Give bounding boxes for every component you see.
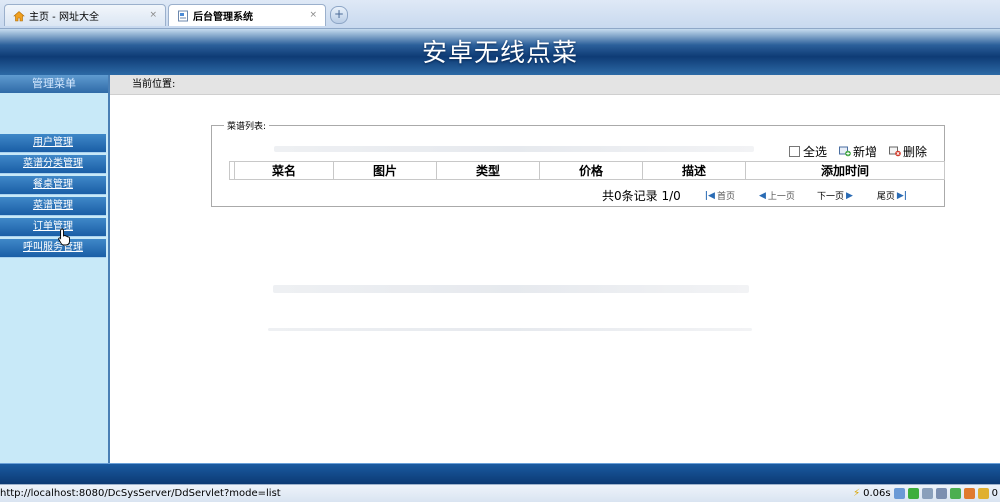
last-page-icon: ▶|: [896, 190, 908, 201]
status-tray: ⚡ 0.06s 0: [853, 485, 998, 502]
browser-tab-admin[interactable]: 后台管理系统 ×: [168, 4, 326, 26]
close-tab-icon[interactable]: ×: [149, 10, 157, 20]
status-url: http://localhost:8080/DcSysServer/DdServ…: [0, 488, 281, 499]
calculator-icon[interactable]: [935, 488, 947, 499]
load-time: 0.06s: [863, 488, 891, 499]
home-icon: [13, 10, 25, 22]
sidebar-item-service-call-management[interactable]: 呼叫服务管理: [0, 239, 106, 258]
blurred-region: [268, 328, 752, 331]
sidebar-item-table-management[interactable]: 餐桌管理: [0, 176, 106, 195]
sidebar-item-dish-management[interactable]: 菜谱管理: [0, 197, 106, 216]
browser-tab-label: 后台管理系统: [193, 12, 253, 23]
close-tab-icon[interactable]: ×: [309, 10, 317, 20]
checkbox-icon: [788, 146, 800, 157]
column-header-image: 图片: [333, 161, 437, 180]
hand-cursor-icon: [58, 228, 72, 246]
app-header: 安卓无线点菜: [0, 29, 1000, 75]
download-icon[interactable]: [907, 488, 919, 499]
first-page-link[interactable]: |◀ 首页: [703, 189, 735, 203]
select-all-checkbox[interactable]: 全选: [788, 143, 827, 160]
add-label: 新增: [852, 145, 877, 159]
delete-label: 删除: [902, 145, 927, 159]
sidebar: 管理菜单 用户管理 菜谱分类管理 餐桌管理 菜谱管理 订单管理 呼叫服务管理: [0, 75, 110, 463]
blurred-region: [273, 285, 749, 293]
dish-table: 菜名 图片 类型 价格 描述 添加时间: [229, 161, 945, 180]
last-page-link[interactable]: 尾页 ▶|: [876, 189, 909, 203]
prev-page-link[interactable]: ◀ 上一页: [757, 189, 795, 203]
list-actions: 全选 新增 删除: [788, 143, 927, 160]
app-title: 安卓无线点菜: [421, 38, 578, 67]
table-header-row: 菜名 图片 类型 价格 描述 添加时间: [229, 161, 945, 180]
column-header-type: 类型: [436, 161, 540, 180]
add-icon: [838, 146, 851, 157]
screen-icon[interactable]: [949, 488, 961, 499]
panel-legend: 菜谱列表:: [224, 119, 270, 132]
prev-page-icon: ◀: [759, 190, 766, 201]
location-label: 当前位置:: [132, 79, 176, 90]
blurred-region: [274, 146, 754, 152]
next-page-link[interactable]: 下一页 ▶: [816, 189, 855, 203]
browser-tab-strip: 主页 - 网址大全 × 后台管理系统 × +: [0, 0, 1000, 29]
delete-icon: [888, 146, 901, 157]
delete-button[interactable]: 删除: [888, 143, 927, 160]
first-page-icon: |◀: [704, 190, 715, 201]
page-icon: [177, 10, 189, 22]
select-all-label: 全选: [802, 145, 827, 159]
pager: 共0条记录 1/0 |◀ 首页 ◀ 上一页 下一页 ▶ 尾页 ▶|: [602, 187, 909, 204]
browser-status-bar: http://localhost:8080/DcSysServer/DdServ…: [0, 484, 1000, 502]
breadcrumb: 当前位置:: [110, 75, 1000, 95]
dish-list-panel: 菜谱列表: 全选 新增 删除 菜名 图片 类型 价格 描述 添加时间 共0条记录…: [211, 119, 945, 207]
next-page-icon: ▶: [845, 190, 853, 201]
main-content: 当前位置: 菜谱列表: 全选 新增 删除 菜名 图片 类型 价格 描述 添加时间…: [110, 75, 1000, 463]
sidebar-title: 管理菜单: [0, 75, 108, 93]
column-header-description: 描述: [642, 161, 746, 180]
browser-tab-label: 主页 - 网址大全: [29, 12, 99, 23]
add-button[interactable]: 新增: [838, 143, 877, 160]
lightning-icon: ⚡: [853, 488, 861, 499]
browser-tab-home[interactable]: 主页 - 网址大全 ×: [4, 4, 166, 26]
column-header-added-time: 添加时间: [745, 161, 945, 180]
status-counter: 0: [991, 488, 998, 499]
first-page-label: 首页: [716, 192, 735, 202]
sidebar-item-user-management[interactable]: 用户管理: [0, 134, 106, 153]
last-page-label: 尾页: [876, 192, 895, 202]
next-page-label: 下一页: [816, 192, 844, 202]
shield-icon[interactable]: [977, 488, 989, 499]
window-icon[interactable]: [893, 488, 905, 499]
volume-icon[interactable]: [921, 488, 933, 499]
record-summary: 共0条记录 1/0: [602, 189, 681, 203]
column-header-price: 价格: [539, 161, 643, 180]
app-footer: [0, 463, 1000, 484]
column-header-name: 菜名: [234, 161, 334, 180]
new-tab-button[interactable]: +: [330, 6, 348, 24]
prev-page-label: 上一页: [767, 192, 795, 202]
chat-icon[interactable]: [963, 488, 975, 499]
sidebar-item-menu-category-management[interactable]: 菜谱分类管理: [0, 155, 106, 174]
sidebar-item-order-management[interactable]: 订单管理: [0, 218, 106, 237]
